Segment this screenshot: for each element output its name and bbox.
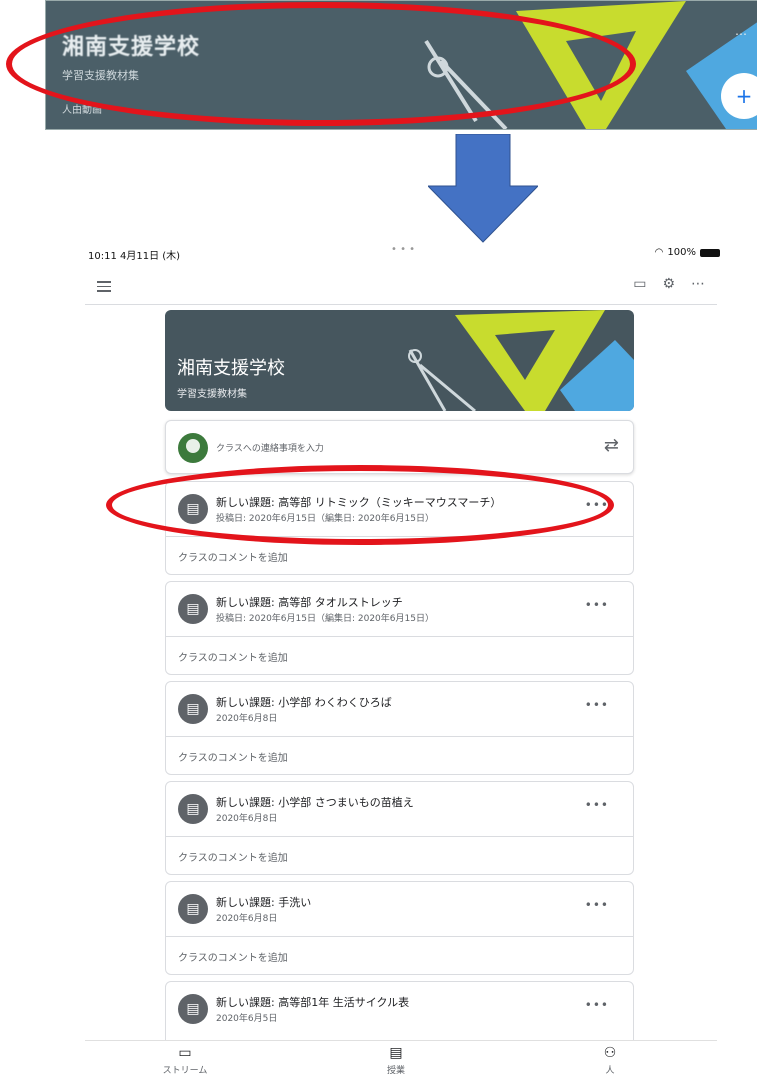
post-date: 2020年6月8日	[216, 814, 278, 824]
post-card[interactable]: ▤ 新しい課題: 小学部 わくわくひろば 2020年6月8日 ••• クラスのコ…	[165, 681, 634, 775]
menu-icon[interactable]	[97, 278, 111, 295]
post-date: 2020年6月5日	[216, 1014, 278, 1024]
tab-stream[interactable]: ▭ ストリーム	[140, 1045, 230, 1076]
status-bar: 10:11 4月11日 (木) • • • ◠ 100%	[88, 244, 720, 262]
highlight-ellipse-top	[6, 2, 636, 126]
post-title[interactable]: 新しい課題: 高等部 タオルストレッチ	[216, 594, 403, 610]
status-time: 10:11 4月11日 (木)	[88, 251, 181, 262]
post-date: 2020年6月8日	[216, 714, 278, 724]
tab-stream-label: ストリーム	[162, 1066, 208, 1076]
tab-classwork[interactable]: ▤ 授業	[351, 1045, 441, 1076]
zoomed-menu-icon[interactable]: ⋯	[735, 27, 747, 41]
bottom-nav: ▭ ストリーム ▤ 授業 ⚇ 人	[85, 1040, 717, 1080]
gear-icon[interactable]: ⚙	[662, 276, 675, 292]
post-card[interactable]: ▤ 新しい課題: 小学部 さつまいもの苗植え 2020年6月8日 ••• クラス…	[165, 781, 634, 875]
add-comment[interactable]: クラスのコメントを追加	[166, 636, 633, 676]
stream-icon: ▭	[178, 1045, 192, 1061]
announce-placeholder[interactable]: クラスへの連絡事項を入力	[216, 441, 324, 454]
repost-icon[interactable]: ⇄	[604, 435, 619, 456]
battery-label: 100%	[667, 247, 696, 258]
post-title[interactable]: 新しい課題: 手洗い	[216, 894, 311, 910]
people-icon: ⚇	[603, 1045, 617, 1061]
assignment-icon: ▤	[178, 794, 208, 824]
post-more-icon[interactable]: •••	[585, 798, 609, 812]
post-more-icon[interactable]: •••	[585, 698, 609, 712]
post-more-icon[interactable]: •••	[585, 998, 609, 1012]
add-comment[interactable]: クラスのコメントを追加	[166, 836, 633, 876]
status-dots: • • •	[391, 244, 416, 255]
add-comment[interactable]: クラスのコメントを追加	[166, 736, 633, 776]
battery-indicator: ◠ 100%	[655, 247, 720, 258]
battery-icon	[700, 248, 720, 257]
post-title[interactable]: 新しい課題: 小学部 わくわくひろば	[216, 694, 392, 710]
classwork-icon: ▤	[389, 1045, 403, 1061]
more-icon[interactable]: ⋯	[691, 276, 705, 292]
post-more-icon[interactable]: •••	[585, 898, 609, 912]
video-icon[interactable]: ▭	[633, 276, 646, 292]
assignment-icon: ▤	[178, 994, 208, 1024]
post-date: 投稿日: 2020年6月15日（編集日: 2020年6月15日）	[216, 614, 434, 624]
class-cover: 湘南支援学校 学習支援教材集	[165, 310, 634, 411]
assignment-icon: ▤	[178, 594, 208, 624]
post-card[interactable]: ▤ 新しい課題: 高等部 タオルストレッチ 投稿日: 2020年6月15日（編集…	[165, 581, 634, 675]
highlight-ellipse-post	[106, 465, 614, 545]
wifi-icon: ◠	[654, 247, 664, 258]
down-arrow-icon	[428, 134, 538, 243]
post-card[interactable]: ▤ 新しい課題: 手洗い 2020年6月8日 ••• クラスのコメントを追加	[165, 881, 634, 975]
add-comment[interactable]: クラスのコメントを追加	[166, 936, 633, 976]
post-more-icon[interactable]: •••	[585, 598, 609, 612]
tab-people[interactable]: ⚇ 人	[565, 1045, 655, 1076]
class-subtitle: 学習支援教材集	[177, 389, 247, 400]
post-title[interactable]: 新しい課題: 高等部1年 生活サイクル表	[216, 994, 409, 1010]
assignment-icon: ▤	[178, 694, 208, 724]
tab-people-label: 人	[605, 1066, 615, 1076]
avatar	[178, 433, 208, 463]
assignment-icon: ▤	[178, 894, 208, 924]
post-date: 2020年6月8日	[216, 914, 278, 924]
app-bar: ▭ ⚙ ⋯	[85, 268, 717, 305]
class-title: 湘南支援学校	[177, 358, 285, 379]
post-title[interactable]: 新しい課題: 小学部 さつまいもの苗植え	[216, 794, 414, 810]
tab-classwork-label: 授業	[386, 1066, 405, 1076]
